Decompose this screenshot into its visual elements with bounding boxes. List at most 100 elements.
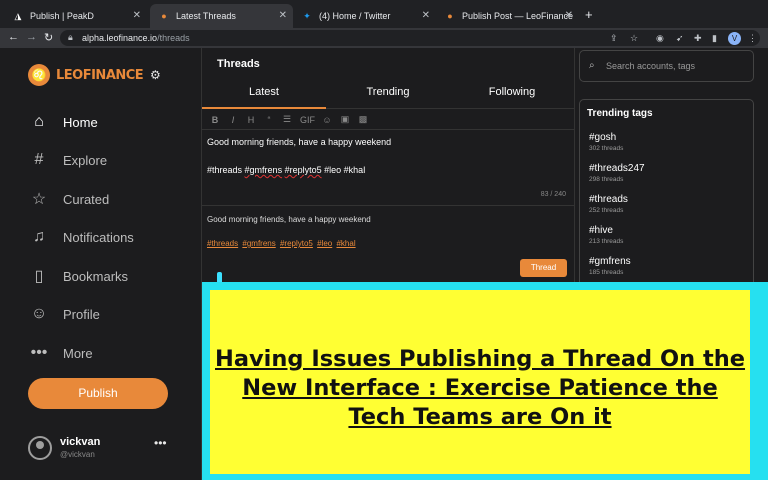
list-icon[interactable]: ☰ (282, 114, 292, 125)
active-tab-indicator (202, 107, 326, 109)
emoji-icon[interactable]: ☺ (322, 115, 332, 125)
tab-title: Publish | PeakD (30, 11, 94, 21)
menu-dots-icon[interactable]: ⋮ (748, 33, 757, 44)
sidebar-item-label: Home (63, 114, 98, 130)
preview-tags: #threads #gmfrens #replyto5 #leo #khal (207, 238, 569, 250)
back-icon[interactable]: ← (8, 31, 19, 43)
hashtag-link[interactable]: #leo (317, 239, 332, 248)
url-text[interactable]: alpha.leofinance.io/threads (82, 33, 190, 43)
tag-count: 302 threads (589, 145, 624, 152)
close-icon[interactable]: ✕ (279, 10, 287, 21)
gif-icon[interactable]: GIF (300, 115, 315, 125)
trending-tag[interactable]: #gmfrens 185 threads (589, 256, 631, 276)
hashtag-link[interactable]: #threads (207, 239, 238, 248)
address-bar[interactable]: 🔒︎ alpha.leofinance.io/threads ⇪ ☆ ◉ ➹ ✚… (60, 30, 760, 46)
close-icon[interactable]: ✕ (422, 10, 430, 21)
upload-icon[interactable]: ▩ (358, 114, 368, 125)
lion-logo-icon: ♌ (28, 64, 50, 86)
trending-tag[interactable]: #gosh 302 threads (589, 132, 623, 152)
tag-name: #threads247 (589, 163, 645, 174)
browser-tab-twitter[interactable]: ✦ (4) Home / Twitter ✕ (293, 4, 436, 28)
sidebar-item-bookmarks[interactable]: ▯ Bookmarks (28, 263, 188, 289)
tab-latest[interactable]: Latest (202, 86, 326, 98)
tag-name: #hive (589, 225, 613, 236)
browser-tab-latest-threads[interactable]: ● Latest Threads ✕ (150, 4, 293, 28)
character-count: 83 / 240 (540, 191, 566, 198)
hash-icon: # (34, 151, 44, 168)
gear-icon[interactable]: ⚙ (150, 68, 161, 82)
trending-tags-title: Trending tags (587, 108, 653, 119)
profile-avatar[interactable]: V (728, 32, 741, 45)
announcement-banner: Having Issues Publishing a Thread On the… (202, 282, 768, 480)
hashtag-link[interactable]: #khal (336, 239, 355, 248)
sidebar: ♌ LEOFINANCE ⚙ ⌂ Home # Explore ☆ Curate… (0, 48, 202, 480)
sidebar-item-profile[interactable]: ☺ Profile (28, 301, 188, 327)
sidebar-item-explore[interactable]: # Explore (28, 147, 188, 173)
home-icon: ⌂ (34, 113, 44, 130)
thread-composer[interactable]: Good morning friends, have a happy weeke… (202, 130, 574, 206)
tag-count: 213 threads (589, 238, 624, 245)
sidebar-item-more[interactable]: ••• More (28, 340, 188, 366)
new-tab-icon[interactable]: + (585, 7, 593, 22)
sidebar-item-home[interactable]: ⌂ Home (28, 109, 188, 135)
person-icon: ☺ (30, 305, 48, 322)
search-icon: ⌕ (589, 60, 595, 71)
hashtag-link[interactable]: #gmfrens (242, 239, 275, 248)
preview-text: Good morning friends, have a happy weeke… (207, 215, 371, 224)
banner-panel: Having Issues Publishing a Thread On the… (210, 290, 750, 474)
reload-icon[interactable]: ↻ (44, 31, 53, 44)
italic-icon[interactable]: I (228, 115, 238, 125)
search-box[interactable]: ⌕ Search accounts, tags (579, 50, 754, 82)
share-icon[interactable]: ⇪ (610, 33, 618, 44)
tab-title: Publish Post — LeoFinance (462, 11, 574, 21)
composer-line: Good morning friends, have a happy weeke… (207, 137, 392, 147)
tab-trending[interactable]: Trending (326, 86, 450, 98)
sidebar-item-label: Notifications (63, 229, 134, 245)
thread-submit-button[interactable]: Thread (520, 259, 567, 277)
bookmark-star-icon[interactable]: ☆ (630, 33, 638, 44)
search-input[interactable]: Search accounts, tags (606, 61, 695, 71)
sidepanel-icon[interactable]: ▮ (712, 33, 717, 44)
sidebar-item-curated[interactable]: ☆ Curated (28, 186, 188, 212)
sidebar-item-label: Curated (63, 191, 110, 207)
thread-preview: Good morning friends, have a happy weeke… (202, 208, 574, 256)
sidebar-item-notifications[interactable]: ♫ Notifications (28, 224, 188, 250)
sidebar-item-label: Profile (63, 306, 100, 322)
trending-tag[interactable]: #hive 213 threads (589, 225, 623, 245)
browser-tab-peakd[interactable]: ◮ Publish | PeakD ✕ (4, 4, 147, 28)
tag-count: 252 threads (589, 207, 624, 214)
more-options-icon[interactable]: ••• (154, 436, 167, 450)
user-account[interactable]: vickvan @vickvan ••• (28, 434, 178, 464)
extension-icon[interactable]: ◉ (656, 33, 664, 44)
logo[interactable]: ♌ LEOFINANCE (28, 64, 144, 86)
close-icon[interactable]: ✕ (565, 10, 573, 21)
sidebar-item-label: More (63, 345, 93, 361)
quote-icon[interactable]: “ (264, 115, 274, 125)
trending-tag[interactable]: #threads 252 threads (589, 194, 628, 214)
dots-icon: ••• (30, 344, 48, 361)
tag-name: #threads (589, 194, 628, 205)
browser-toolbar: ← → ↻ 🔒︎ alpha.leofinance.io/threads ⇪ ☆… (0, 28, 768, 48)
heading-icon[interactable]: H (246, 115, 256, 125)
close-icon[interactable]: ✕ (133, 10, 141, 21)
puzzle-icon[interactable]: ✚ (694, 33, 702, 44)
trending-tag[interactable]: #threads247 298 threads (589, 163, 645, 183)
forward-icon[interactable]: → (26, 31, 37, 43)
extension-icon[interactable]: ➹ (676, 33, 684, 44)
tag-name: #gosh (589, 132, 617, 143)
avatar (28, 436, 52, 460)
publish-button[interactable]: Publish (28, 378, 168, 409)
bold-icon[interactable]: B (210, 115, 220, 125)
tag-count: 298 threads (589, 176, 624, 183)
browser-tab-publish-post[interactable]: ● Publish Post — LeoFinance ✕ (436, 4, 579, 28)
sidebar-item-label: Explore (63, 152, 108, 168)
image-icon[interactable]: ▣ (340, 114, 350, 125)
tag-name: #gmfrens (589, 256, 631, 267)
page: ♌ LEOFINANCE ⚙ ⌂ Home # Explore ☆ Curate… (0, 48, 768, 480)
tab-following[interactable]: Following (450, 86, 574, 98)
brand-name: LEOFINANCE (56, 67, 144, 83)
hashtag-link[interactable]: #replyto5 (280, 239, 313, 248)
browser-tab-bar: ◮ Publish | PeakD ✕ ● Latest Threads ✕ ✦… (0, 0, 768, 28)
lock-icon[interactable]: 🔒︎ (68, 32, 73, 43)
bell-icon: ♫ (33, 228, 45, 245)
